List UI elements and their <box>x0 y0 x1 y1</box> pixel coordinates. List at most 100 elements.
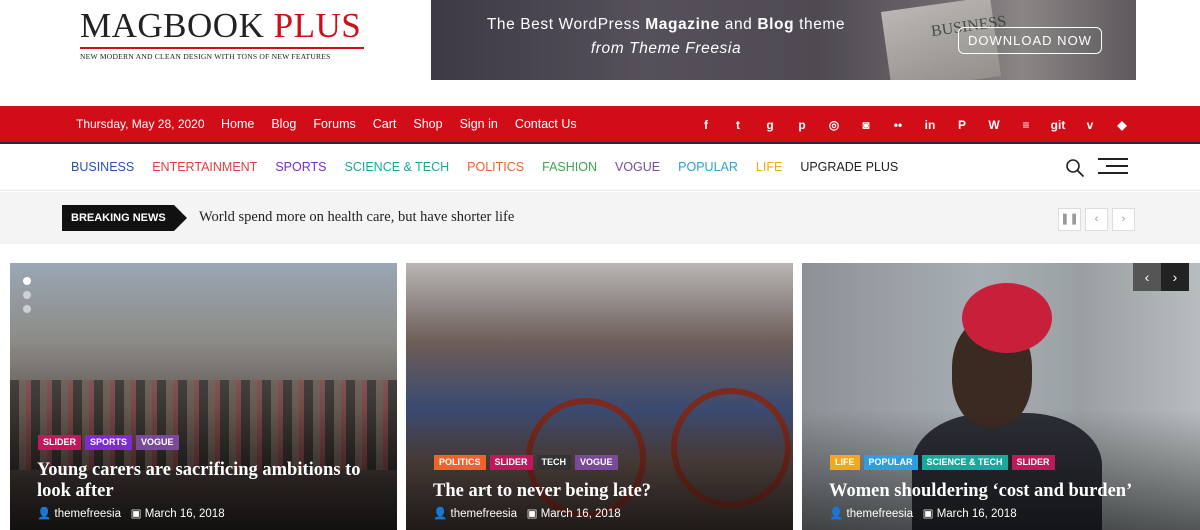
slide-meta: 👤 themefreesia ▣ March 16, 2018 <box>433 506 621 520</box>
tag-science-tech[interactable]: SCIENCE & TECH <box>921 455 1008 470</box>
calendar-icon: ▣ <box>922 508 934 520</box>
slide-tags: SLIDER SPORTS VOGUE <box>38 435 183 450</box>
calendar-icon: ▣ <box>130 508 142 520</box>
slide-title[interactable]: The art to never being late? <box>433 481 778 502</box>
tag-sports[interactable]: SPORTS <box>85 435 133 450</box>
twitter-icon[interactable]: t <box>722 115 754 135</box>
site-logo[interactable]: MAGBOOK PLUS NEW MODERN AND CLEAN DESIGN… <box>80 6 370 61</box>
category-life[interactable]: LIFE <box>756 160 782 174</box>
slide-tags: POLITICS SLIDER TECH VOGUE <box>434 455 622 470</box>
category-vogue[interactable]: VOGUE <box>615 160 660 174</box>
slide-tags: LIFE POPULAR SCIENCE & TECH SLIDER <box>830 455 1059 470</box>
slide-image-detail <box>962 283 1052 353</box>
dribbble-icon[interactable]: ◎ <box>818 115 850 135</box>
dropbox-icon[interactable]: ◆ <box>1106 115 1138 135</box>
slide-author[interactable]: themefreesia <box>847 508 913 520</box>
hamburger-menu-icon[interactable] <box>1098 158 1128 176</box>
category-fashion[interactable]: FASHION <box>542 160 597 174</box>
category-politics[interactable]: POLITICS <box>467 160 524 174</box>
google-plus-icon[interactable]: g <box>754 115 786 135</box>
category-nav: BUSINESS ENTERTAINMENT SPORTS SCIENCE & … <box>0 146 1200 191</box>
tag-tech[interactable]: TECH <box>536 455 572 470</box>
top-nav: Home Blog Forums Cart Shop Sign in Conta… <box>221 117 594 131</box>
slide-date[interactable]: March 16, 2018 <box>937 508 1017 520</box>
category-upgrade-plus[interactable]: UPGRADE PLUS <box>800 160 898 174</box>
pagination-dot[interactable] <box>23 277 31 285</box>
pinterest-icon[interactable]: p <box>786 115 818 135</box>
slide-card[interactable]: POLITICS SLIDER TECH VOGUE The art to ne… <box>406 263 793 530</box>
slide-title[interactable]: Women shouldering ‘cost and burden’ <box>829 481 1189 502</box>
git-icon[interactable]: git <box>1042 115 1074 135</box>
tag-popular[interactable]: POPULAR <box>863 455 918 470</box>
top-nav-forums[interactable]: Forums <box>313 117 355 131</box>
pagination-dot[interactable] <box>23 291 31 299</box>
tag-slider[interactable]: SLIDER <box>38 435 82 450</box>
top-nav-sign-in[interactable]: Sign in <box>460 117 498 131</box>
stack-overflow-icon[interactable]: ≡ <box>1010 115 1042 135</box>
logo-title[interactable]: MAGBOOK PLUS <box>80 6 370 46</box>
tag-vogue[interactable]: VOGUE <box>575 455 618 470</box>
top-nav-shop[interactable]: Shop <box>413 117 442 131</box>
facebook-icon[interactable]: f <box>690 115 722 135</box>
banner-text-part: theme <box>794 16 846 33</box>
slider-next-arrow-icon[interactable]: › <box>1161 263 1189 291</box>
site-tagline: NEW MODERN AND CLEAN DESIGN WITH TONS OF… <box>80 52 331 61</box>
breaking-news-label: BREAKING NEWS <box>62 205 187 231</box>
category-science-tech[interactable]: SCIENCE & TECH <box>345 160 450 174</box>
slide-card[interactable]: LIFE POPULAR SCIENCE & TECH SLIDER Women… <box>802 263 1200 530</box>
search-icon[interactable] <box>1065 158 1085 178</box>
slide-date[interactable]: March 16, 2018 <box>541 508 621 520</box>
wordpress-icon[interactable]: W <box>978 115 1010 135</box>
slide-meta: 👤 themefreesia ▣ March 16, 2018 <box>37 506 225 520</box>
category-entertainment[interactable]: ENTERTAINMENT <box>152 160 257 174</box>
previous-arrow-icon[interactable]: ‹ <box>1085 208 1108 231</box>
tag-life[interactable]: LIFE <box>830 455 860 470</box>
calendar-icon: ▣ <box>526 508 538 520</box>
linkedin-icon[interactable]: in <box>914 115 946 135</box>
top-nav-blog[interactable]: Blog <box>271 117 296 131</box>
vine-icon[interactable]: v <box>1074 115 1106 135</box>
slide-title[interactable]: Young carers are sacrificing ambitions t… <box>37 460 382 502</box>
category-menu: BUSINESS ENTERTAINMENT SPORTS SCIENCE & … <box>71 160 916 174</box>
next-arrow-icon[interactable]: › <box>1112 208 1135 231</box>
slide-card[interactable]: SLIDER SPORTS VOGUE Young carers are sac… <box>10 263 397 530</box>
top-bar: Thursday, May 28, 2020 Home Blog Forums … <box>0 106 1200 144</box>
slider-prev-arrow-icon[interactable]: ‹ <box>1133 263 1161 291</box>
category-popular[interactable]: POPULAR <box>678 160 738 174</box>
user-icon: 👤 <box>433 508 448 520</box>
slide-date[interactable]: March 16, 2018 <box>145 508 225 520</box>
paypal-icon[interactable]: P <box>946 115 978 135</box>
tag-politics[interactable]: POLITICS <box>434 455 486 470</box>
ad-banner[interactable]: BUSINESS The Best WordPress Magazine and… <box>431 0 1136 80</box>
instagram-icon[interactable]: ◙ <box>850 115 882 135</box>
pagination-dot[interactable] <box>23 305 31 313</box>
slider-pagination <box>23 277 31 319</box>
slide-meta: 👤 themefreesia ▣ March 16, 2018 <box>829 506 1017 520</box>
download-now-button[interactable]: DOWNLOAD NOW <box>958 27 1102 54</box>
logo-divider <box>80 47 364 49</box>
tag-slider[interactable]: SLIDER <box>489 455 533 470</box>
slide-author[interactable]: themefreesia <box>451 508 517 520</box>
breaking-news-bar: BREAKING NEWS World spend more on health… <box>0 192 1200 244</box>
pause-icon[interactable]: ❚❚ <box>1058 208 1081 231</box>
category-business[interactable]: BUSINESS <box>71 160 134 174</box>
banner-text-part: and <box>719 16 758 33</box>
slide-author[interactable]: themefreesia <box>55 508 121 520</box>
category-sports[interactable]: SPORTS <box>275 160 326 174</box>
user-icon: 👤 <box>829 508 844 520</box>
tag-slider[interactable]: SLIDER <box>1011 455 1055 470</box>
logo-main-text: MAGBOOK <box>80 6 265 45</box>
top-nav-cart[interactable]: Cart <box>373 117 397 131</box>
banner-line-1: The Best WordPress Magazine and Blog the… <box>431 16 901 34</box>
breaking-news-headline[interactable]: World spend more on health care, but hav… <box>199 209 514 226</box>
top-nav-home[interactable]: Home <box>221 117 254 131</box>
logo-accent-text: PLUS <box>273 6 362 45</box>
user-icon: 👤 <box>37 508 52 520</box>
current-date: Thursday, May 28, 2020 <box>76 117 205 131</box>
flickr-icon[interactable]: •• <box>882 115 914 135</box>
banner-line-2: from Theme Freesia <box>590 40 742 57</box>
banner-text-bold: Magazine <box>645 16 720 33</box>
social-links: f t g p ◎ ◙ •• in P W ≡ git v ◆ <box>690 115 1138 135</box>
tag-vogue[interactable]: VOGUE <box>136 435 179 450</box>
top-nav-contact-us[interactable]: Contact Us <box>515 117 577 131</box>
